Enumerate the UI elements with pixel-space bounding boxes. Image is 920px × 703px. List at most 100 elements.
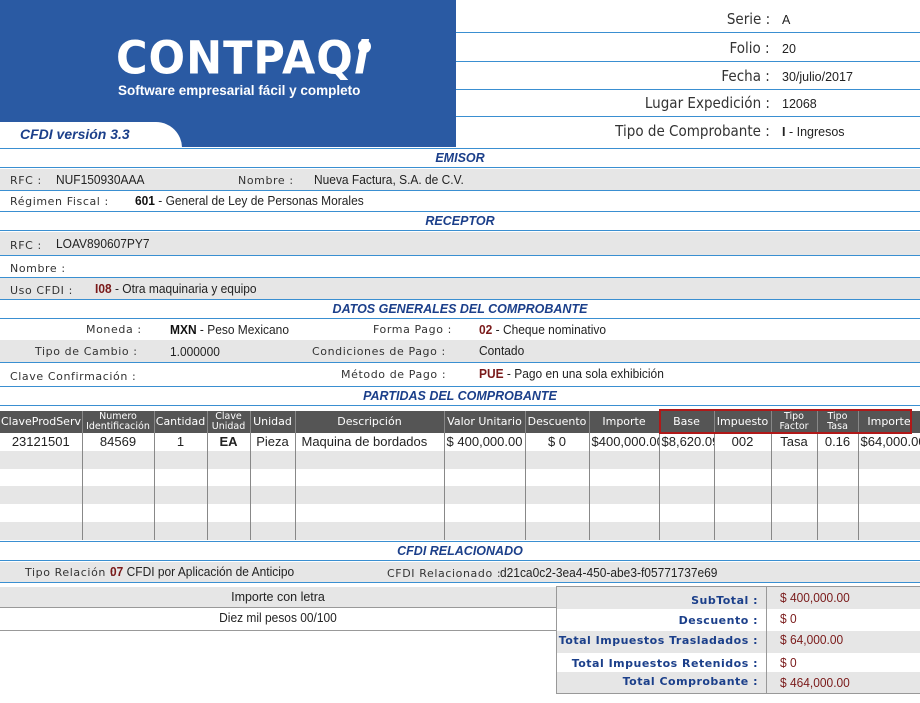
lugar-label: Lugar Expedición : (644, 94, 770, 112)
condiciones-label: Condiciones de Pago : (312, 345, 446, 358)
tipo-code: I (782, 125, 786, 139)
cell-importe-impuesto: $64,000.00 (858, 433, 920, 451)
table-row (0, 468, 920, 487)
col-header: Descripción (295, 411, 445, 433)
uso-cfdi-code: I08 (95, 281, 112, 296)
table-row (0, 504, 920, 522)
tipo-relacion-code: 07 (110, 564, 124, 579)
condiciones-value: Contado (479, 343, 525, 358)
metodo-pago-label: Método de Pago : (341, 368, 447, 381)
tipo-label: Tipo de Comprobante : (615, 122, 770, 140)
cell-clave-prod-serv: 23121501 (0, 433, 83, 451)
fecha-label: Fecha : (721, 67, 770, 85)
col-header: Numero Identificación (82, 411, 155, 433)
divider (766, 586, 767, 694)
clave-confirmacion-label: Clave Confirmación : (10, 370, 137, 383)
forma-pago-label: Forma Pago : (373, 323, 452, 336)
fecha-value: 30/julio/2017 (782, 70, 853, 84)
col-header: Clave Unidad (207, 411, 251, 433)
logo-dot-icon (358, 40, 371, 53)
cell-clave-unidad: EA (207, 433, 251, 451)
brand-panel: CONTPAQi Software empresarial fácil y co… (0, 0, 456, 147)
regimen-value: 601 - General de Ley de Personas Morales (135, 193, 364, 208)
descuento-value: $ 0 (780, 611, 797, 626)
datos-title: DATOS GENERALES DEL COMPROBANTE (0, 299, 920, 319)
folio-row: Folio : 20 (456, 33, 920, 62)
table-row: 23121501 84569 1 EA Pieza Maquina de bor… (0, 433, 920, 451)
tipo-cambio-label: Tipo de Cambio : (35, 345, 138, 358)
emisor-rfc-label: RFC : (10, 174, 42, 187)
tipo-cambio-value: 1.000000 (170, 344, 220, 359)
forma-pago-text: - Cheque nominativo (495, 322, 607, 337)
cell-impuesto: 002 (714, 433, 772, 451)
col-header: Unidad (250, 411, 296, 433)
regimen-label: Régimen Fiscal : (10, 195, 109, 208)
cell-cantidad: 1 (154, 433, 208, 451)
col-header: Importe (589, 411, 660, 433)
emisor-rfc-value: NUF150930AAA (56, 172, 145, 187)
uso-cfdi-value: I08 - Otra maquinaria y equipo (95, 281, 257, 296)
cell-importe: $400,000.00 (589, 433, 660, 451)
receptor-title: RECEPTOR (0, 211, 920, 231)
table-row (0, 486, 920, 505)
importe-letra-label: Importe con letra (231, 590, 325, 604)
col-header: Descuento (525, 411, 590, 433)
cfdi-relacionado-value: d21ca0c2-3ea4-450-abe3-f05771737e69 (500, 565, 718, 580)
tipo-relacion-label: Tipo Relación : (25, 566, 115, 579)
folio-value: 20 (782, 42, 796, 56)
cell-base: $8,620.09 (659, 433, 715, 451)
cell-valor-unitario: $ 400,000.00 (444, 433, 526, 451)
cfdi-version: CFDI versión 3.3 (20, 126, 130, 142)
forma-pago-value: 02 - Cheque nominativo (479, 322, 606, 337)
divider (0, 630, 556, 631)
serie-row: Serie : A (456, 4, 920, 33)
divider (0, 190, 920, 191)
moneda-text: - Peso Mexicano (199, 322, 289, 337)
partidas-title: PARTIDAS DEL COMPROBANTE (0, 386, 920, 406)
band (0, 340, 920, 362)
uso-cfdi-label: Uso CFDI : (10, 284, 73, 297)
divider (0, 255, 920, 256)
trasladados-value: $ 64,000.00 (780, 632, 844, 647)
divider (0, 607, 556, 608)
receptor-rfc-value: LOAV890607PY7 (56, 236, 150, 251)
divider (0, 362, 920, 363)
tipo-text: - Ingresos (788, 125, 845, 139)
serie-label: Serie : (726, 10, 770, 28)
emisor-title: EMISOR (0, 148, 920, 168)
moneda-value: MXN - Peso Mexicano (170, 322, 289, 337)
cell-tipo-tasa: 0.16 (817, 433, 859, 451)
tax-columns-highlight (659, 409, 912, 434)
cell-descuento: $ 0 (525, 433, 590, 451)
trasladados-label: Total Impuestos Trasladados : (558, 634, 758, 647)
regimen-text: - General de Ley de Personas Morales (158, 193, 364, 208)
forma-pago-code: 02 (479, 322, 493, 337)
divider (0, 582, 920, 583)
table-row (0, 450, 920, 469)
subtotal-label: SubTotal : (691, 594, 758, 607)
importe-letra-value: Diez mil pesos 00/100 (219, 610, 337, 625)
moneda-code: MXN (170, 322, 197, 337)
col-header: Cantidad (154, 411, 208, 433)
contpaqi-logo: CONTPAQi (116, 33, 370, 86)
metodo-pago-value: PUE - Pago en una sola exhibición (479, 366, 664, 381)
cell-unidad: Pieza (250, 433, 296, 451)
retenidos-value: $ 0 (780, 655, 797, 670)
relacionado-title: CFDI RELACIONADO (0, 541, 920, 561)
tipo-row: Tipo de Comprobante : I - Ingresos (456, 116, 920, 145)
emisor-nombre-value: Nueva Factura, S.A. de C.V. (314, 172, 464, 187)
tipo-relacion-text: CFDI por Aplicación de Anticipo (126, 564, 295, 579)
lugar-value: 12068 (782, 97, 817, 111)
receptor-rfc-label: RFC : (10, 239, 42, 252)
regimen-code: 601 (135, 193, 155, 208)
lugar-row: Lugar Expedición : 12068 (456, 88, 920, 117)
retenidos-label: Total Impuestos Retenidos : (571, 657, 758, 670)
fecha-row: Fecha : 30/julio/2017 (456, 61, 920, 90)
serie-value: A (782, 13, 791, 27)
cell-descripcion: Maquina de bordados (295, 433, 445, 451)
subtotal-value: $ 400,000.00 (780, 590, 850, 605)
divider (0, 277, 920, 278)
brand-tagline: Software empresarial fácil y completo (118, 83, 361, 98)
folio-label: Folio : (729, 39, 770, 57)
receptor-nombre-label: Nombre : (10, 262, 66, 275)
